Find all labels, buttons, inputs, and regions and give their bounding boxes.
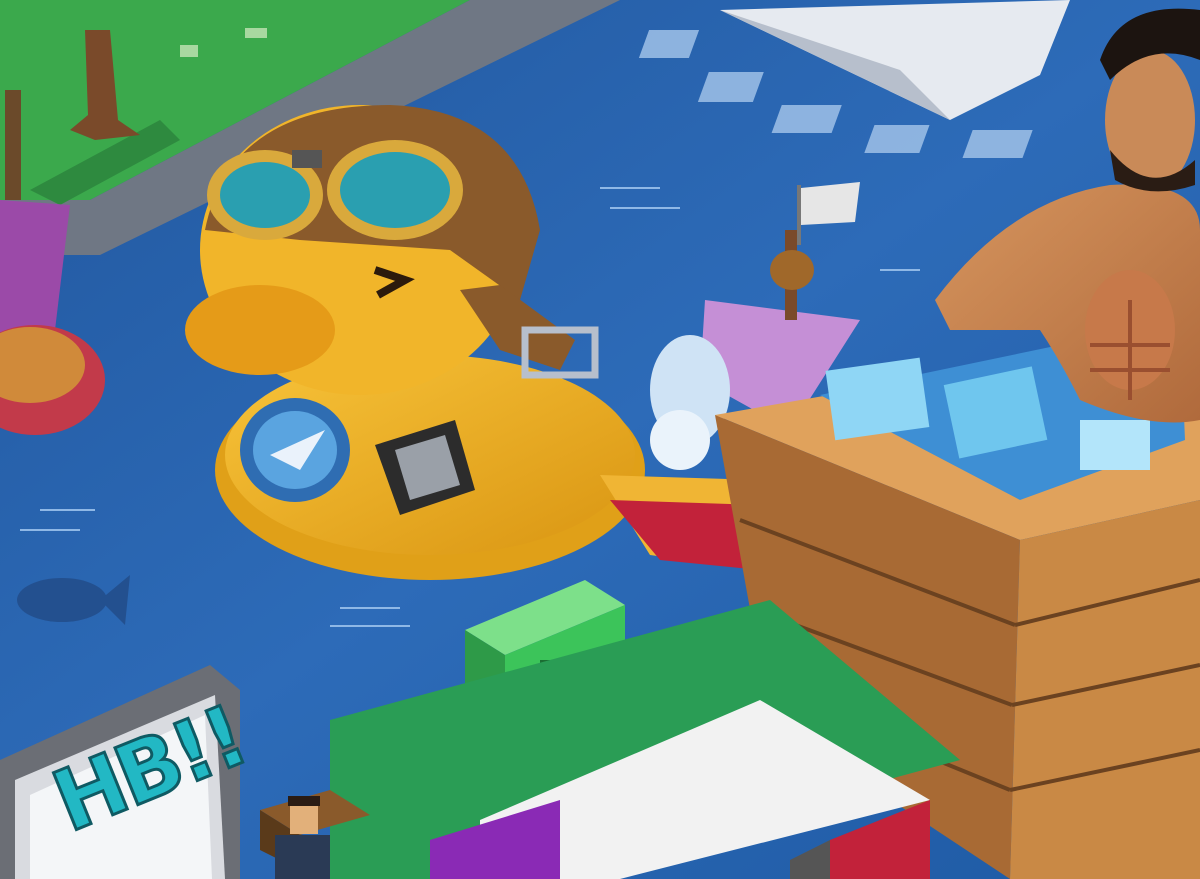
pixel-art-scene: HB!! <box>0 0 1200 879</box>
